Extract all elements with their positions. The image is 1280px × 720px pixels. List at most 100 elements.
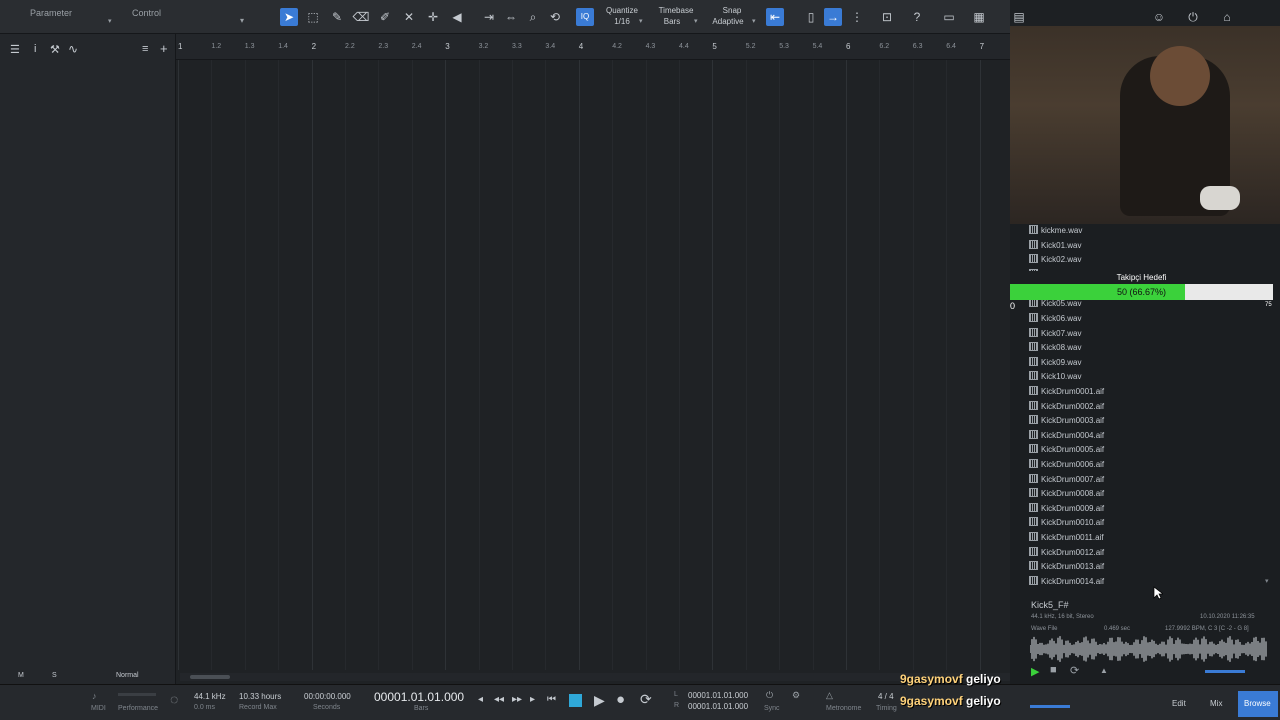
- play-button[interactable]: ▶: [594, 692, 605, 709]
- scroll-thumb[interactable]: [190, 675, 230, 679]
- quantize-dropdown-icon[interactable]: ▾: [639, 17, 643, 25]
- file-list-item[interactable]: Kick10.wav: [1029, 370, 1081, 384]
- file-list-item[interactable]: KickDrum0010.aif: [1029, 516, 1104, 530]
- grid-view-icon[interactable]: ▦: [970, 8, 988, 26]
- paint-tool-icon[interactable]: ✐: [376, 8, 394, 26]
- performance-label[interactable]: Performance: [118, 705, 158, 712]
- midi-icon[interactable]: ♪: [92, 691, 97, 701]
- record-button[interactable]: ●: [616, 691, 625, 708]
- file-list-item[interactable]: Kick01.wav: [1029, 239, 1081, 253]
- file-list-item[interactable]: KickDrum0011.aif: [1029, 531, 1104, 545]
- scroll-down-icon[interactable]: ▾: [1265, 577, 1269, 585]
- preview-loop-icon[interactable]: ⟳: [1070, 664, 1079, 677]
- crop-icon[interactable]: ⊡: [878, 8, 896, 26]
- snap-value[interactable]: Adaptive: [708, 17, 748, 26]
- preview-play-icon[interactable]: ▶: [1031, 665, 1039, 678]
- edit-tab[interactable]: Edit: [1172, 699, 1186, 708]
- timebase-value[interactable]: Bars: [656, 17, 688, 26]
- eraser-tool-icon[interactable]: ⌫: [352, 8, 370, 26]
- quantize-value[interactable]: 1/16: [604, 17, 640, 26]
- cursor-follow-icon[interactable]: ⋮: [848, 8, 866, 26]
- file-list-item[interactable]: Kick09.wav: [1029, 356, 1081, 370]
- time-seconds[interactable]: 00:00:00.000: [304, 692, 351, 701]
- file-list-item[interactable]: KickDrum0007.aif: [1029, 473, 1104, 487]
- menu-icon[interactable]: ☰: [10, 43, 20, 56]
- loop-button[interactable]: ⟳: [640, 691, 652, 708]
- file-list-item[interactable]: KickDrum0013.aif: [1029, 560, 1104, 574]
- file-list-item[interactable]: KickDrum0004.aif: [1029, 429, 1104, 443]
- parameter-dropdown-icon[interactable]: ▾: [108, 17, 112, 25]
- control-dropdown-icon[interactable]: ▾: [240, 16, 244, 25]
- file-list-item[interactable]: KickDrum0014.aif: [1029, 575, 1104, 589]
- preview-waveform[interactable]: [1030, 636, 1270, 662]
- master-volume[interactable]: [1030, 705, 1070, 708]
- automation-icon[interactable]: ∿: [68, 42, 78, 56]
- iq-button[interactable]: IQ: [576, 8, 594, 26]
- timebase-dropdown-icon[interactable]: ▾: [694, 17, 698, 25]
- autoscroll-icon[interactable]: →: [824, 8, 842, 26]
- preview-volume[interactable]: [1205, 670, 1245, 673]
- split-tool-icon[interactable]: ✎: [328, 8, 346, 26]
- record-panel-icon[interactable]: ◌: [170, 691, 178, 707]
- file-list-item[interactable]: KickDrum0009.aif: [1029, 502, 1104, 516]
- power-icon[interactable]: ⏻: [1184, 8, 1202, 26]
- rewind-icon[interactable]: ◂: [478, 694, 483, 705]
- file-list-item[interactable]: KickDrum0006.aif: [1029, 458, 1104, 472]
- file-list-item[interactable]: KickDrum0003.aif: [1029, 414, 1104, 428]
- track-icon[interactable]: ▯: [802, 8, 820, 26]
- snap-toggle-icon[interactable]: ⇤: [766, 8, 784, 26]
- help-icon[interactable]: ?: [908, 8, 926, 26]
- home-icon[interactable]: ⌂: [1218, 8, 1236, 26]
- browse-tab[interactable]: Browse: [1238, 691, 1278, 717]
- arrangement-area[interactable]: [176, 60, 1010, 684]
- nudge-tool-icon[interactable]: ⇥: [480, 8, 498, 26]
- sync-icon[interactable]: ⏻: [766, 690, 773, 701]
- file-list-item[interactable]: Kick07.wav: [1029, 327, 1081, 341]
- bend-tool-icon[interactable]: ✛: [424, 8, 442, 26]
- loop-tool-icon[interactable]: ⟲: [546, 8, 564, 26]
- preview-tempo-icon[interactable]: ▲: [1100, 666, 1108, 675]
- preview-stop-icon[interactable]: ■: [1050, 664, 1057, 676]
- metronome-label[interactable]: Metronome: [826, 705, 861, 712]
- file-list-item[interactable]: KickDrum0008.aif: [1029, 487, 1104, 501]
- fast-forward-icon[interactable]: ▸▸: [512, 694, 522, 705]
- file-list-item[interactable]: Kick08.wav: [1029, 341, 1081, 355]
- sync-label[interactable]: Sync: [764, 705, 780, 712]
- mix-tab[interactable]: Mix: [1210, 699, 1222, 708]
- file-list-item[interactable]: KickDrum0005.aif: [1029, 443, 1104, 457]
- fast-rewind-icon[interactable]: ◂◂: [494, 694, 504, 705]
- stop-button[interactable]: [569, 694, 582, 707]
- loop-start[interactable]: 00001.01.01.000: [688, 691, 748, 700]
- seconds-label[interactable]: Seconds: [313, 704, 340, 711]
- bars-label[interactable]: Bars: [414, 705, 428, 712]
- solo-all-button[interactable]: S: [52, 672, 57, 679]
- stretch-tool-icon[interactable]: ⇔: [502, 8, 520, 26]
- listen-tool-icon[interactable]: ◀: [448, 8, 466, 26]
- forward-icon[interactable]: ▸: [530, 694, 535, 705]
- track-list-icon[interactable]: ≡: [142, 43, 148, 55]
- loop-end[interactable]: 00001.01.01.000: [688, 702, 748, 711]
- inspector-icon[interactable]: ▭: [940, 8, 958, 26]
- file-list-item[interactable]: KickDrum0012.aif: [1029, 546, 1104, 560]
- file-list-item[interactable]: KickDrum0002.aif: [1029, 400, 1104, 414]
- metronome-settings-icon[interactable]: ⚙: [792, 690, 800, 701]
- arrow-tool-icon[interactable]: ➤: [280, 8, 298, 26]
- file-list-item[interactable]: Kick02.wav: [1029, 253, 1081, 267]
- zoom-tool-icon[interactable]: ⌕: [524, 8, 542, 26]
- snap-dropdown-icon[interactable]: ▾: [752, 17, 756, 25]
- tools-icon[interactable]: ⚒: [50, 43, 60, 56]
- mute-all-button[interactable]: M: [18, 672, 24, 679]
- range-tool-icon[interactable]: ⬚: [304, 8, 322, 26]
- horizontal-scrollbar[interactable]: [180, 673, 1010, 681]
- layout-icon[interactable]: ▤: [1010, 8, 1028, 26]
- timing-label[interactable]: Timing: [876, 705, 897, 712]
- metronome-icon[interactable]: △: [826, 690, 833, 701]
- mode-select[interactable]: Normal: [116, 672, 139, 679]
- file-list-item[interactable]: kickme.wav: [1029, 224, 1082, 238]
- return-to-zero-icon[interactable]: ⏮: [547, 694, 556, 705]
- add-track-icon[interactable]: +: [160, 41, 168, 56]
- info-icon[interactable]: i: [34, 43, 36, 55]
- mute-tool-icon[interactable]: ✕: [400, 8, 418, 26]
- file-list-item[interactable]: KickDrum0001.aif: [1029, 385, 1104, 399]
- time-bars[interactable]: 00001.01.01.000: [374, 690, 464, 704]
